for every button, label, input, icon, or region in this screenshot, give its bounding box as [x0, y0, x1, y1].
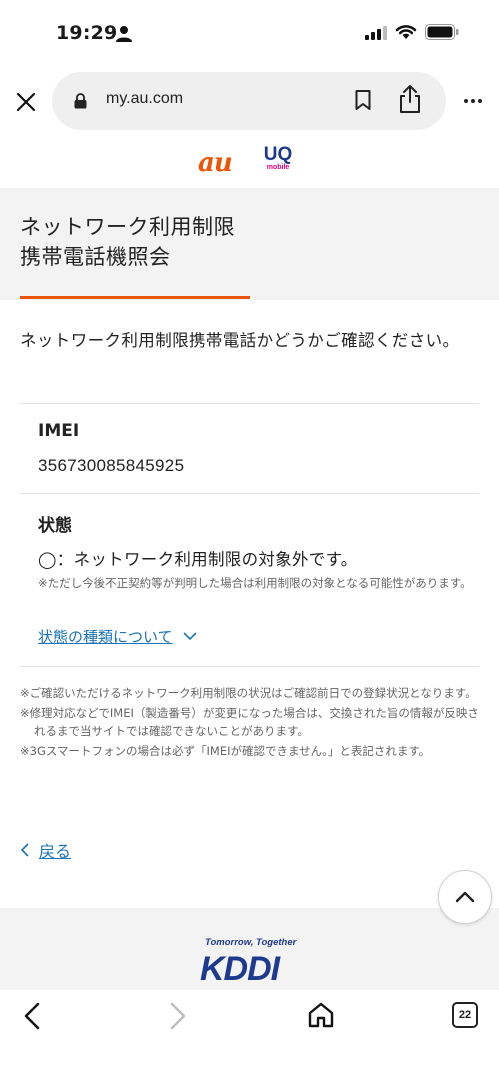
footer: Tomorrow, Together KDDI — [0, 908, 499, 992]
battery-icon — [425, 24, 459, 44]
back-link-text[interactable]: 戻る — [39, 838, 71, 862]
page-title-line2: 携帯電話機照会 — [20, 245, 171, 269]
address-bar[interactable]: my.au.com — [52, 72, 446, 130]
more-options-button[interactable] — [458, 89, 488, 113]
lock-icon — [74, 93, 87, 113]
signal-icon — [365, 25, 387, 44]
forward-icon[interactable] — [164, 1002, 190, 1034]
kddi-logo[interactable]: KDDI — [200, 950, 280, 989]
wifi-icon — [395, 24, 417, 44]
status-types-link[interactable]: 状態の種類について — [38, 626, 197, 647]
chevron-left-icon — [20, 843, 29, 857]
status-note: ※ただし今後不正契約等が判明した場合は利用制限の対象となる可能性があります。 — [38, 576, 472, 590]
chevron-up-icon — [455, 891, 475, 903]
share-icon[interactable] — [398, 84, 422, 118]
status-indicators — [365, 24, 459, 44]
browser-bottom-bar: 22 — [0, 990, 499, 1080]
divider — [20, 403, 479, 404]
uq-logo-sub: mobile — [266, 164, 290, 171]
browser-toolbar: my.au.com — [0, 64, 499, 140]
brand-header: au UQ mobile — [0, 140, 499, 188]
close-icon — [16, 92, 36, 112]
home-icon[interactable] — [306, 1000, 336, 1034]
kddi-tagline: Tomorrow, Together — [205, 937, 297, 948]
page-title-band: ネットワーク利用制限 携帯電話機照会 — [0, 188, 499, 300]
page-title: ネットワーク利用制限 携帯電話機照会 — [20, 212, 235, 272]
intro-text: ネットワーク利用制限携帯電話かどうかご確認ください。 — [20, 331, 460, 350]
title-accent-line — [20, 296, 250, 299]
divider — [20, 666, 479, 667]
status-result: ◯：ネットワーク利用制限の対象外です。 — [38, 550, 358, 569]
person-icon — [116, 25, 132, 43]
note-item: ※修理対応などでIMEI（製造番号）が変更になった場合は、交換された旨の情報が反… — [20, 705, 479, 739]
url-text: my.au.com — [106, 90, 184, 107]
status-types-link-text[interactable]: 状態の種類について — [38, 626, 173, 647]
uq-logo-text: UQ — [263, 144, 293, 165]
divider — [20, 493, 479, 494]
back-link[interactable]: 戻る — [20, 838, 71, 862]
back-icon[interactable] — [20, 1002, 46, 1034]
page-title-line1: ネットワーク利用制限 — [20, 215, 235, 239]
scroll-to-top-button[interactable] — [438, 870, 492, 924]
notes-list: ※ご確認いただけるネットワーク利用制限の状況はご確認前日での登録状況となります。… — [20, 684, 482, 761]
tabs-button[interactable]: 22 — [452, 1002, 478, 1028]
au-logo[interactable]: au — [198, 148, 233, 178]
status-time: 19:29 — [56, 22, 118, 44]
status-bar: 19:29 — [0, 0, 499, 64]
uq-mobile-logo[interactable]: UQ mobile — [260, 144, 296, 172]
status-label: 状態 — [38, 516, 72, 536]
note-item: ※3Gスマートフォンの場合は必ず「IMEIが確認できません。」と表記されます。 — [20, 743, 431, 758]
chevron-down-icon — [182, 632, 197, 641]
bookmark-icon[interactable] — [354, 89, 372, 115]
close-button[interactable] — [10, 86, 42, 118]
imei-label: IMEI — [38, 421, 80, 441]
imei-value: 356730085845925 — [38, 456, 185, 475]
note-item: ※ご確認いただけるネットワーク利用制限の状況はご確認前日での登録状況となります。 — [20, 686, 477, 700]
